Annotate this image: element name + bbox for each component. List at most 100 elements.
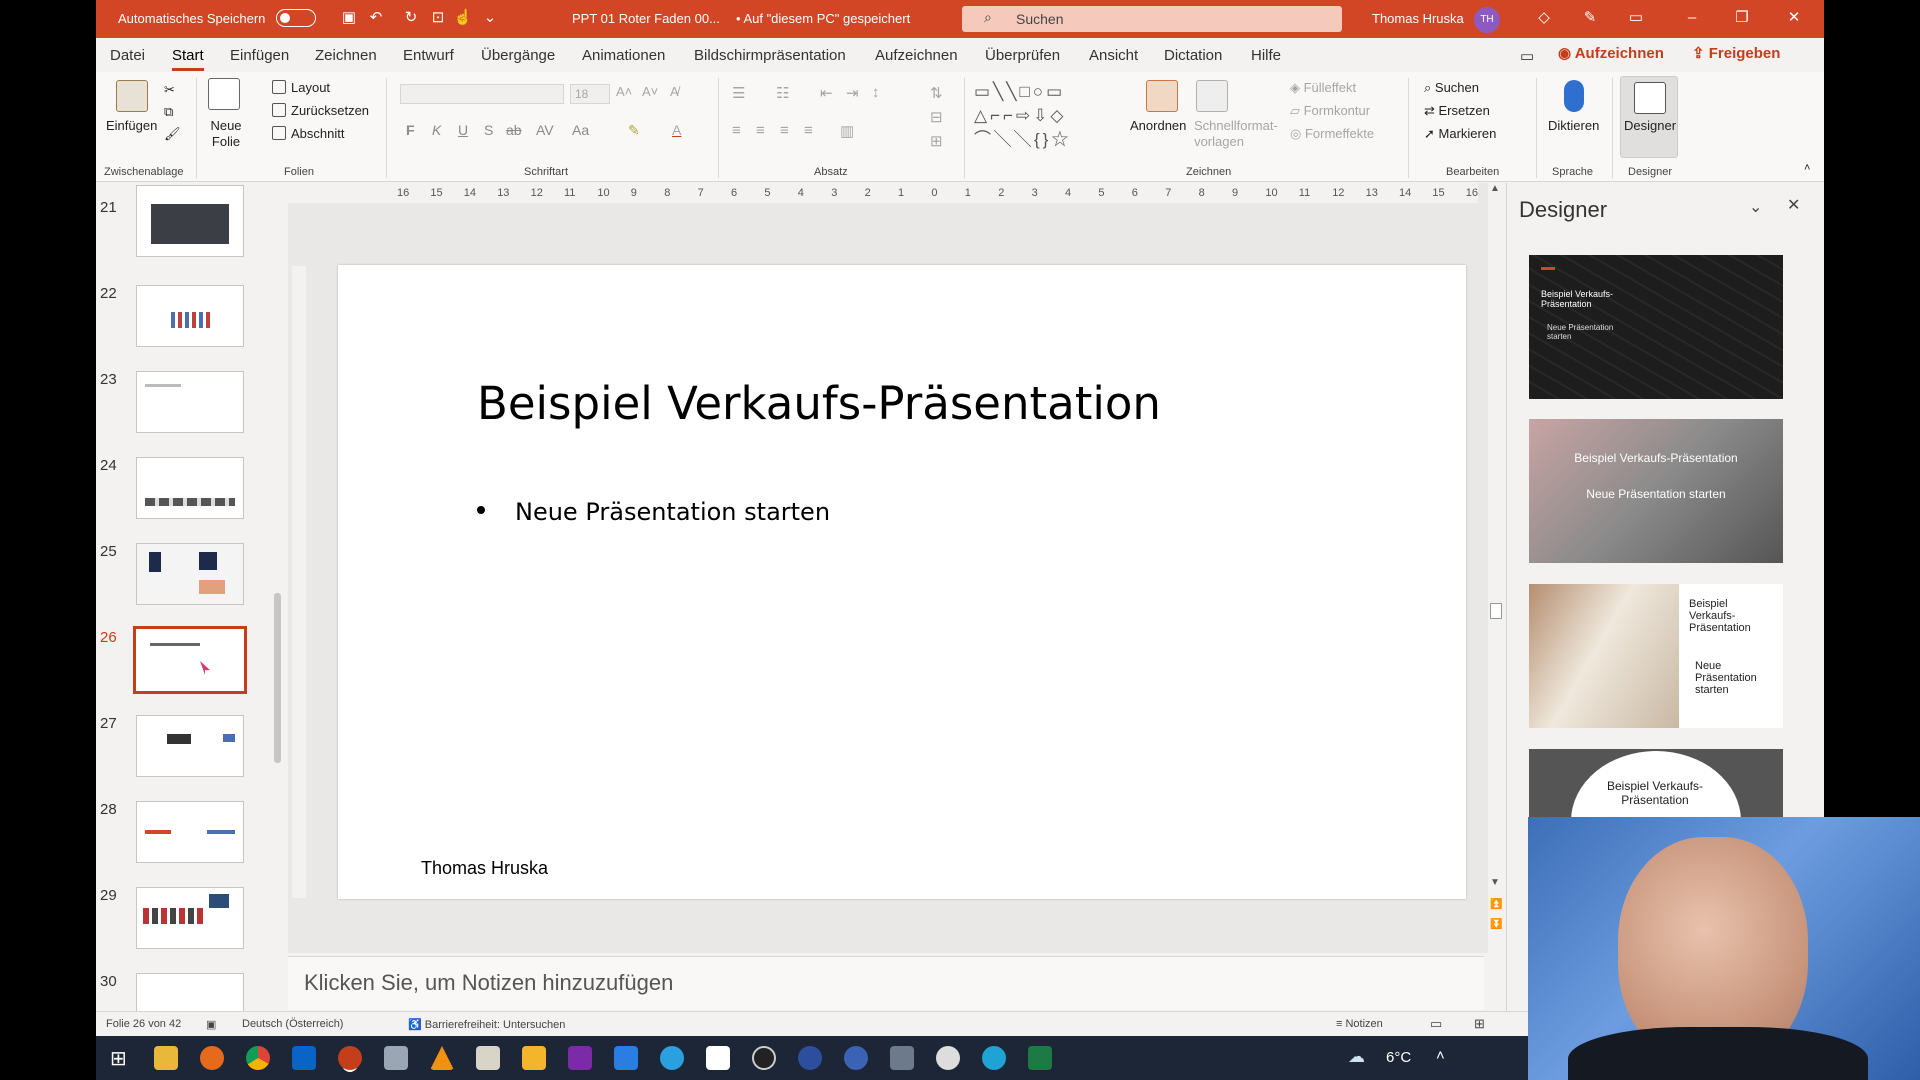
clear-format-icon[interactable]: A̸ [670, 84, 679, 99]
bullets-icon[interactable]: ☰ [732, 84, 745, 102]
thumbnail-row[interactable]: 24 [96, 457, 284, 543]
app-icon[interactable] [476, 1046, 500, 1070]
document-title[interactable]: PPT 01 Roter Faden 00... [572, 11, 720, 26]
thumbnail-row[interactable]: 22 [96, 285, 284, 371]
windows-start-icon[interactable]: ⊞ [110, 1046, 127, 1071]
format-painter-icon[interactable]: 🖌 [164, 126, 181, 142]
notes-button[interactable]: ≡ Notizen [1336, 1018, 1383, 1030]
accessibility-button[interactable]: ♿ Barrierefreiheit: Untersuchen [408, 1018, 565, 1031]
thumbnail-scrollbar[interactable] [271, 183, 283, 1011]
tab-entwurf[interactable]: Entwurf [403, 47, 454, 64]
comments-icon[interactable]: ▭ [1520, 47, 1534, 65]
scrollbar-thumb[interactable] [274, 593, 281, 763]
normal-view-icon[interactable]: ▭ [1430, 1016, 1442, 1032]
align-text-icon[interactable]: ⊟ [930, 108, 943, 126]
decrease-indent-icon[interactable]: ⇤ [820, 84, 833, 102]
edge-icon[interactable] [982, 1046, 1006, 1070]
shrink-font-icon[interactable]: A˅ [642, 84, 658, 99]
design-idea-2[interactable]: Beispiel Verkaufs-Präsentation Neue Präs… [1529, 419, 1783, 563]
tab-hilfe[interactable]: Hilfe [1251, 47, 1281, 64]
quick-styles-icon[interactable] [1196, 80, 1228, 112]
thumbnail-row[interactable]: 30 [96, 973, 284, 1011]
notes-pane[interactable]: Klicken Sie, um Notizen hinzuzufügen [288, 956, 1484, 1010]
app-icon[interactable] [706, 1046, 730, 1070]
customize-qat-icon[interactable]: ⌄ [480, 8, 500, 28]
save-icon[interactable]: ▣ [339, 8, 359, 28]
tab-aufzeichnen[interactable]: Aufzeichnen [875, 47, 958, 64]
section-button[interactable]: Abschnitt [272, 126, 344, 141]
visio-icon[interactable] [614, 1046, 638, 1070]
pen-icon[interactable]: ✎ [1580, 8, 1600, 28]
shape-effects-button[interactable]: ◎ Formeffekte [1290, 126, 1374, 142]
slide-bullet[interactable]: Neue Präsentation starten [477, 498, 830, 526]
weather-temperature[interactable]: 6°C [1386, 1049, 1411, 1066]
paste-icon[interactable] [116, 80, 148, 112]
design-idea-1[interactable]: Beispiel Verkaufs-Präsentation Neue Präs… [1529, 255, 1783, 399]
close-pane-icon[interactable]: ✕ [1787, 195, 1800, 215]
smartart-icon[interactable]: ⊞ [930, 132, 943, 150]
tab-ansicht[interactable]: Ansicht [1089, 47, 1138, 64]
tab-einfuegen[interactable]: Einfügen [230, 47, 289, 64]
excel-icon[interactable] [1028, 1046, 1052, 1070]
slide-thumbnail[interactable] [136, 371, 244, 433]
slide-thumbnail[interactable] [136, 715, 244, 777]
highlight-icon[interactable]: ✎ [628, 122, 640, 139]
slide-canvas[interactable]: Beispiel Verkaufs-Präsentation Neue Präs… [338, 265, 1466, 899]
align-center-icon[interactable]: ≡ [756, 122, 765, 139]
ribbon-display-icon[interactable]: ▭ [1626, 8, 1646, 28]
obs-icon[interactable] [752, 1046, 776, 1070]
find-button[interactable]: ⌕ Suchen [1424, 80, 1479, 96]
firefox-icon[interactable] [200, 1046, 224, 1070]
numbering-icon[interactable]: ☷ [776, 84, 789, 102]
vlc-icon[interactable] [430, 1046, 454, 1070]
grow-font-icon[interactable]: A˄ [616, 84, 632, 99]
thumbnail-row[interactable]: 23 [96, 371, 284, 457]
onenote-icon[interactable] [568, 1046, 592, 1070]
strikethrough-button[interactable]: ab [506, 122, 522, 138]
font-size-box[interactable]: 18 [570, 84, 610, 104]
user-name[interactable]: Thomas Hruska [1372, 11, 1464, 26]
diamond-icon[interactable]: ◇ [1534, 8, 1554, 28]
font-color-icon[interactable]: A [672, 122, 681, 138]
slide-sorter-icon[interactable]: ⊞ [1474, 1016, 1485, 1032]
thumbnail-row[interactable]: 28 [96, 801, 284, 887]
new-slide-button[interactable]: Neue Folie [206, 118, 246, 150]
powerpoint-taskbar-icon[interactable] [338, 1046, 362, 1070]
language-indicator[interactable]: Deutsch (Österreich) [242, 1018, 343, 1030]
redo-icon[interactable]: ↻ [401, 8, 421, 28]
app-icon[interactable] [798, 1046, 822, 1070]
slide-thumbnail[interactable] [136, 801, 244, 863]
new-slide-icon[interactable] [208, 78, 240, 110]
slide-thumbnail[interactable] [136, 973, 244, 1011]
justify-icon[interactable]: ≡ [804, 122, 813, 139]
underline-button[interactable]: U [458, 122, 468, 138]
file-explorer-icon[interactable] [154, 1046, 178, 1070]
settings-icon[interactable] [936, 1046, 960, 1070]
reset-button[interactable]: Zurücksetzen [272, 103, 369, 118]
arrange-button[interactable]: Anordnen [1130, 118, 1186, 133]
paste-button[interactable]: Einfügen [106, 118, 157, 133]
design-idea-3[interactable]: Beispiel Verkaufs-Präsentation Neue Präs… [1529, 584, 1783, 728]
spellcheck-icon[interactable]: ▣ [206, 1018, 216, 1031]
app-icon[interactable] [844, 1046, 868, 1070]
slide-thumbnail[interactable] [136, 457, 244, 519]
char-spacing-icon[interactable]: AV [536, 122, 554, 138]
scroll-up-icon[interactable]: ▲ [1490, 183, 1500, 194]
tab-ueberpruefen[interactable]: Überprüfen [985, 47, 1060, 64]
autosave-toggle[interactable] [276, 9, 316, 27]
previous-slide-icon[interactable]: ⏫ [1490, 899, 1502, 910]
scrollbar-thumb[interactable] [1490, 603, 1502, 619]
slide-thumbnail[interactable] [136, 887, 244, 949]
slide-thumbnail-selected[interactable] [133, 626, 247, 694]
tab-zeichnen[interactable]: Zeichnen [315, 47, 377, 64]
quick-styles-button[interactable]: Schnellformat-vorlagen [1194, 118, 1278, 150]
design-idea-4[interactable]: Beispiel Verkaufs-Präsentation [1529, 749, 1783, 819]
thumbnail-row[interactable]: 27 [96, 715, 284, 801]
scroll-down-icon[interactable]: ▼ [1490, 877, 1500, 888]
slide-thumbnail[interactable] [136, 185, 244, 257]
font-family-box[interactable] [400, 84, 564, 104]
cut-icon[interactable]: ✂ [164, 82, 175, 98]
thumbnail-row[interactable]: 29 [96, 887, 284, 973]
tab-datei[interactable]: Datei [110, 47, 145, 64]
app-icon[interactable] [890, 1046, 914, 1070]
